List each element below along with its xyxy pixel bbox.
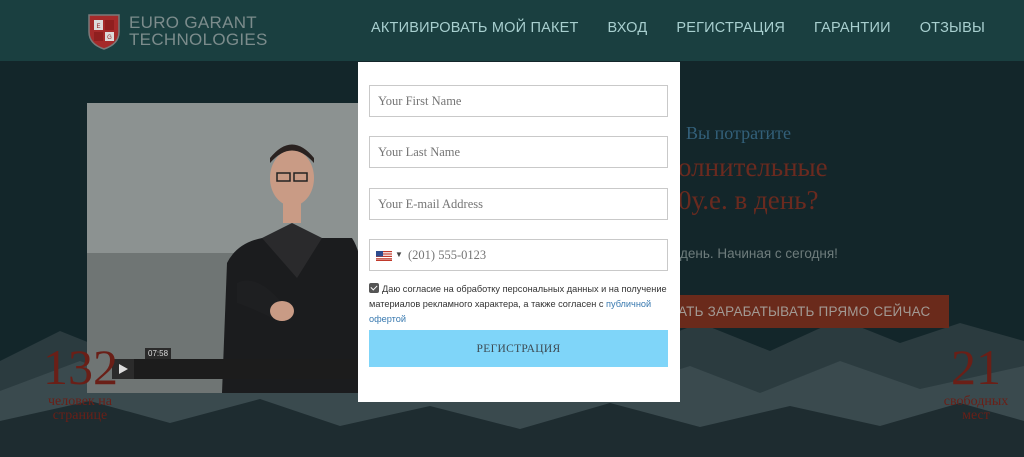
- country-dropdown-caret-icon[interactable]: ▼: [395, 250, 403, 259]
- free-spots-label-line-1: свободных: [943, 394, 1009, 409]
- video-time: 07:58: [145, 348, 172, 359]
- svg-text:G: G: [107, 35, 112, 41]
- video-progress-bar[interactable]: [112, 359, 362, 379]
- free-spots-counter: 21: [951, 339, 1001, 395]
- nav-guarantees[interactable]: ГАРАНТИИ: [814, 20, 891, 36]
- free-spots-label-line-2: мест: [962, 408, 990, 423]
- side-small-title: Вы потратите: [686, 123, 791, 143]
- visitors-label: человек на странице: [40, 395, 120, 423]
- logo-shield-icon: E G: [88, 14, 120, 50]
- side-headline-line-2: 0у.е. в день?: [678, 185, 819, 215]
- register-submit-button[interactable]: РЕГИСТРАЦИЯ: [369, 330, 668, 367]
- logo-text: EURO GARANT TECHNOLOGIES: [129, 14, 268, 48]
- us-flag-icon[interactable]: [376, 251, 392, 261]
- nav-reviews[interactable]: ОТЗЫВЫ: [920, 20, 985, 36]
- nav-activate-package[interactable]: АКТИВИРОВАТЬ МОЙ ПАКЕТ: [371, 20, 579, 36]
- phone-input[interactable]: [408, 240, 663, 270]
- side-headline-line-1: олнительные: [678, 152, 828, 182]
- svg-text:E: E: [96, 24, 100, 30]
- phone-field: ▼: [369, 239, 668, 271]
- side-subtitle: день. Начиная с сегодня!: [680, 246, 838, 261]
- video-player[interactable]: 07:58: [87, 103, 362, 393]
- logo-line-1: EURO GARANT: [129, 13, 257, 32]
- logo-line-2: TECHNOLOGIES: [129, 30, 268, 49]
- start-earning-button[interactable]: АТЬ ЗАРАБАТЫВАТЬ ПРЯМО СЕЙЧАС: [668, 295, 949, 328]
- visitors-counter: 132: [43, 339, 118, 395]
- top-navbar: E G EURO GARANT TECHNOLOGIES АКТИВИРОВАТ…: [0, 0, 1024, 61]
- nav-login[interactable]: ВХОД: [608, 20, 648, 36]
- registration-modal: ▼ Даю согласие на обработку персональных…: [358, 62, 680, 402]
- site-logo[interactable]: E G EURO GARANT TECHNOLOGIES: [87, 12, 267, 52]
- free-spots-label: свободных мест: [936, 395, 1016, 423]
- nav-registration[interactable]: РЕГИСТРАЦИЯ: [676, 20, 785, 36]
- first-name-field[interactable]: [369, 85, 668, 117]
- consent-checkbox[interactable]: [369, 283, 379, 293]
- presenter-image: [87, 103, 362, 393]
- consent-block: Даю согласие на обработку персональных д…: [369, 282, 669, 327]
- last-name-field[interactable]: [369, 136, 668, 168]
- visitors-label-line-1: человек на: [48, 394, 112, 409]
- visitors-label-line-2: странице: [52, 408, 108, 423]
- email-field[interactable]: [369, 188, 668, 220]
- main-nav: АКТИВИРОВАТЬ МОЙ ПАКЕТ ВХОД РЕГИСТРАЦИЯ …: [371, 20, 1014, 36]
